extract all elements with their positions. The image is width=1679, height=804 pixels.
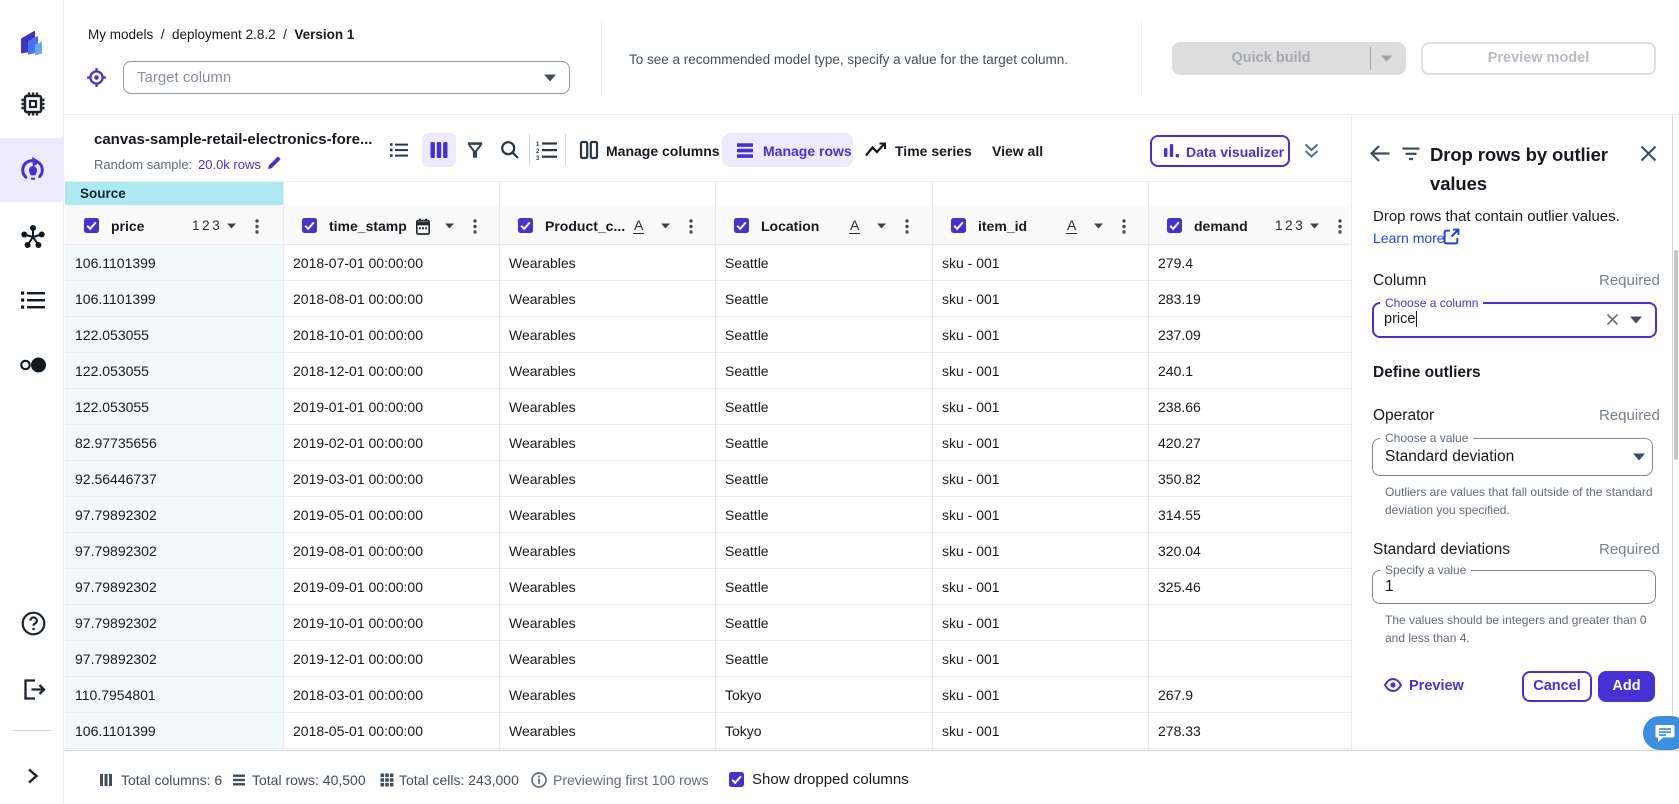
svg-text:1: 1 [536, 142, 540, 148]
svg-text:2: 2 [536, 149, 540, 155]
svg-text:3: 3 [536, 156, 540, 160]
